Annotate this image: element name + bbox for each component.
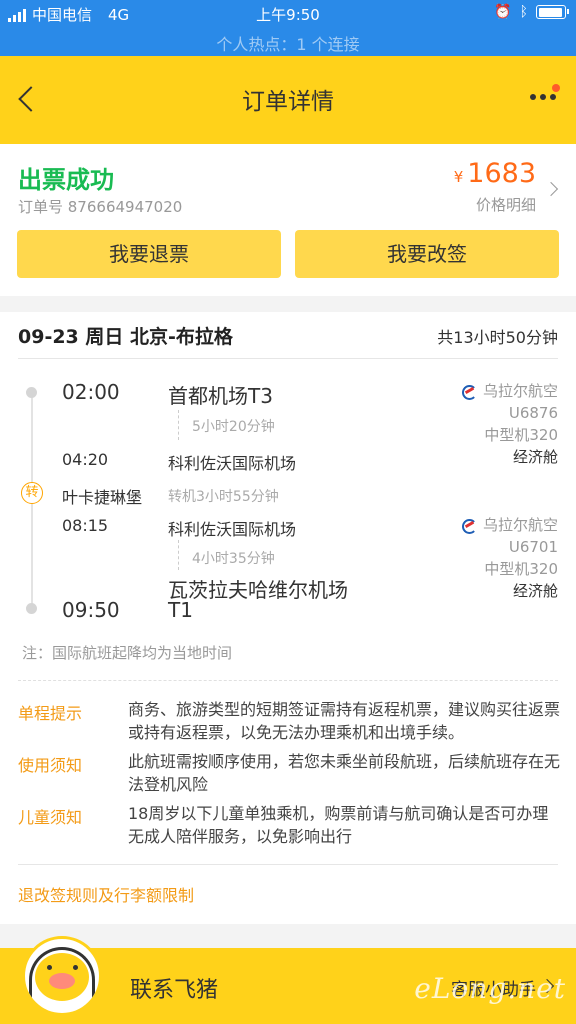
seg1-flight-no: U6876 (508, 404, 558, 422)
divider (18, 358, 558, 359)
watermark: eLong.net (414, 972, 566, 1005)
seg1-arr-airport: 科利佐沃国际机场 (168, 454, 297, 473)
tip-label-usage: 使用须知 (18, 756, 83, 775)
order-number: 订单号 876664947020 (18, 198, 183, 216)
seg2-airline-info: 乌拉尔航空 U6701 中型机320 经济舱 (461, 514, 558, 602)
seg2-duration: 4小时35分钟 (192, 551, 275, 567)
seg1-airline-info: 乌拉尔航空 U6876 中型机320 经济舱 (461, 380, 558, 468)
seg1-airline: 乌拉尔航空 (482, 382, 558, 400)
seg2-arr-terminal: T1 (168, 598, 193, 622)
nav-bar: 订单详情 (0, 56, 576, 144)
refund-rules-link[interactable]: 退改签规则及行李额限制 (18, 882, 194, 906)
status-bar: 中国电信 4G 上午9:50 ⏰ ᛒ 个人热点：1 个连接 (0, 0, 576, 56)
seg2-arr-airport: 瓦茨拉夫哈维尔机场 (168, 578, 348, 602)
currency-symbol: ¥ (453, 168, 464, 186)
refund-button[interactable]: 我要退票 (17, 230, 281, 278)
change-ticket-button[interactable]: 我要改签 (295, 230, 559, 278)
seg1-duration: 5小时20分钟 (192, 419, 275, 435)
seg2-dep-airport: 科利佐沃国际机场 (168, 520, 297, 539)
headset-icon (29, 947, 95, 1003)
hotspot-banner[interactable]: 个人热点：1 个连接 (0, 31, 576, 55)
dashed-divider (18, 680, 558, 681)
price-value: 1683 (467, 158, 536, 189)
total-duration: 共13小时50分钟 (437, 328, 558, 347)
seg2-arr-time: 09:50 (62, 598, 120, 622)
flight-route: 09-23 周日 北京-布拉格 (18, 326, 233, 348)
timeline-start-dot (26, 387, 37, 398)
seg1-dash (178, 410, 179, 440)
seg2-cabin: 经济舱 (512, 582, 558, 600)
divider (18, 864, 558, 865)
page-title: 订单详情 (242, 89, 334, 115)
more-icon[interactable] (530, 94, 556, 100)
timeline-end-dot (26, 603, 37, 614)
fliggy-pig-avatar[interactable] (22, 936, 102, 1016)
seg2-airline: 乌拉尔航空 (482, 516, 558, 534)
seg1-aircraft: 中型机320 (484, 426, 558, 444)
seg2-dash (178, 540, 179, 570)
tip-text-usage: 此航班需按顺序使用，若您未乘坐前段航班，后续航班存在无法登机风险 (128, 752, 561, 794)
contact-fliggy-button[interactable]: 联系飞猪 (130, 972, 218, 1004)
battery-icon (536, 5, 569, 19)
seg2-dep-time: 08:15 (62, 516, 109, 535)
chevron-right-icon[interactable] (543, 181, 559, 197)
tip-text-oneway: 商务、旅游类型的短期签证需持有返程机票，建议购买往返票或持有返程票，以免无法办理… (128, 700, 561, 742)
order-status-card: 出票成功 订单号 876664947020 ¥1683 价格明细 我要退票 我要… (0, 144, 576, 296)
clock: 上午9:50 (256, 6, 320, 24)
tip-text-child: 18周岁以下儿童单独乘机，购票前请与航司确认是否可办理无成人陪伴服务，以免影响出… (128, 804, 549, 846)
tip-label-oneway: 单程提示 (18, 704, 83, 723)
notification-dot (552, 84, 560, 92)
time-note: 注：国际航班起降均为当地时间 (22, 644, 233, 662)
transfer-icon: 转 (21, 482, 43, 504)
airline-logo-icon (461, 517, 477, 534)
order-price[interactable]: ¥1683 (454, 158, 536, 189)
seg1-cabin: 经济舱 (512, 448, 558, 466)
seg1-dep-airport: 首都机场T3 (168, 384, 273, 408)
ticket-status: 出票成功 (18, 166, 114, 194)
status-icons: ⏰ ᛒ (494, 4, 569, 20)
flight-detail-card: 09-23 周日 北京-布拉格 共13小时50分钟 转 02:00 首都机场T3… (0, 312, 576, 924)
price-detail-link[interactable]: 价格明细 (476, 194, 536, 215)
seg2-aircraft: 中型机320 (484, 560, 558, 578)
tip-label-child: 儿童须知 (18, 808, 83, 827)
transfer-city: 叶卡捷琳堡 (62, 488, 143, 507)
airline-logo-icon (461, 383, 477, 400)
seg1-dep-time: 02:00 (62, 380, 120, 404)
transfer-time: 转机3小时55分钟 (168, 489, 279, 505)
bluetooth-icon: ᛒ (519, 4, 528, 20)
seg1-arr-time: 04:20 (62, 450, 109, 469)
seg2-flight-no: U6701 (508, 538, 558, 556)
alarm-icon: ⏰ (494, 4, 512, 20)
